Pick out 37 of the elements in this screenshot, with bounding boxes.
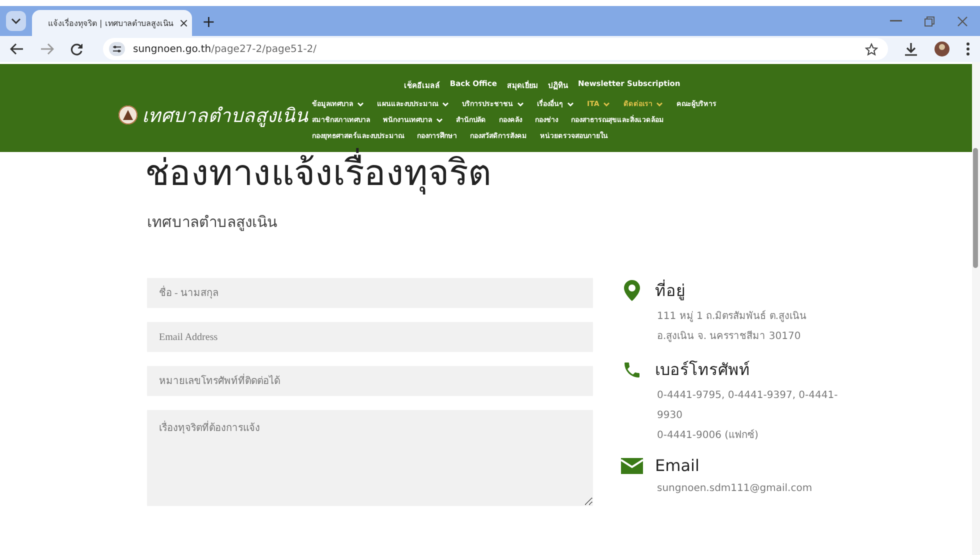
more-icon[interactable] — [966, 42, 970, 56]
input-field[interactable]: หมายเลขโทรศัพท์ที่ติดต่อได้ — [147, 366, 593, 396]
contact-text: 0-4441-9006 (แฟกซ์) — [656, 428, 760, 443]
logo-icon[interactable] — [118, 105, 138, 125]
email-link[interactable]: sungnoen.sdm111@gmail.com — [621, 479, 841, 499]
back-icon[interactable] — [10, 43, 24, 55]
new-tab-button[interactable]: + — [202, 12, 216, 30]
chevron-icon — [11, 18, 21, 24]
restore-icon[interactable] — [924, 16, 935, 26]
message-field[interactable]: เรื่องทุจริตที่ต้องการแจ้ง — [147, 410, 593, 506]
page-subtitle: เทศบาลตำบลสูงเนิน — [146, 212, 278, 233]
input-field[interactable]: Email Address — [147, 322, 593, 352]
contact-heading: ที่อยู่ — [655, 278, 685, 302]
url-text: sungnoen.go.th/page27-2/page51-2/ — [133, 44, 317, 54]
tab-title: แจ้งเรื่องทุจริต | เทศบาลตำบลสูงเนิน — [48, 17, 173, 30]
site-name[interactable]: เทศบาลตำบลสูงเนิน — [142, 100, 308, 130]
close-icon[interactable] — [957, 16, 968, 26]
tab-list-button[interactable] — [6, 11, 26, 31]
input-field[interactable]: ชื่อ - นามสกุล — [147, 278, 593, 308]
envelope-icon — [621, 458, 643, 474]
reload-icon[interactable] — [70, 42, 83, 56]
contact-text: 111 หมู่ 1 ถ.มิตรสัมพันธ์ ต.สูงเนิน — [656, 309, 808, 324]
minimize-icon[interactable] — [890, 20, 902, 22]
browser-tab[interactable]: แจ้งเรื่องทุจริต | เทศบาลตำบลสูงเนิน × — [32, 10, 192, 36]
contact-text: 0-4441-9795, 0-4441-9397, 0-4441-9930 — [656, 389, 839, 423]
download-icon[interactable] — [904, 42, 918, 56]
contact-text: อ.สูงเนิน จ. นครราชสีมา 30170 — [656, 330, 802, 344]
address-bar[interactable]: sungnoen.go.th/page27-2/page51-2/ — [103, 38, 888, 60]
tab-close-button[interactable]: × — [178, 16, 189, 30]
profile-icon[interactable] — [934, 41, 950, 57]
map-pin-icon — [621, 280, 643, 301]
contact-heading: เบอร์โทรศัพท์ — [655, 359, 750, 381]
forward-icon[interactable] — [40, 43, 54, 55]
site-settings-icon — [109, 42, 125, 56]
star-icon[interactable] — [865, 42, 878, 56]
scrollbar-thumb[interactable] — [973, 148, 978, 268]
contact-heading: Email — [655, 456, 700, 475]
